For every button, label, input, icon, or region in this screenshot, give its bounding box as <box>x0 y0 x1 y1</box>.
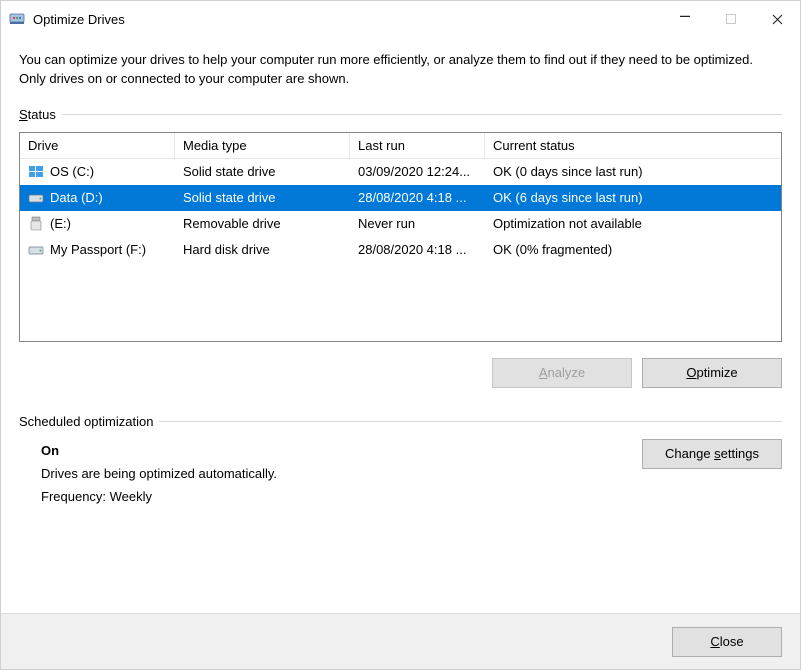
scheduled-freq: Frequency: Weekly <box>41 489 782 504</box>
scheduled-section-label: Scheduled optimization <box>19 414 782 429</box>
column-status[interactable]: Current status <box>485 133 781 158</box>
drive-name: (E:) <box>50 216 71 231</box>
drive-icon <box>28 190 44 206</box>
drive-status: OK (0 days since last run) <box>485 164 781 179</box>
analyze-button: Analyze <box>492 358 632 388</box>
status-section-label: Status <box>19 107 782 122</box>
bottom-bar: Close <box>1 613 800 669</box>
column-media[interactable]: Media type <box>175 133 350 158</box>
drive-name: Data (D:) <box>50 190 103 205</box>
optimize-button[interactable]: Optimize <box>642 358 782 388</box>
listview-header: Drive Media type Last run Current status <box>20 133 781 159</box>
window-buttons: – <box>662 1 800 37</box>
description-text: You can optimize your drives to help you… <box>19 51 782 89</box>
drive-name: My Passport (F:) <box>50 242 146 257</box>
drive-status: OK (6 days since last run) <box>485 190 781 205</box>
minimize-button[interactable]: – <box>662 0 708 33</box>
column-drive[interactable]: Drive <box>20 133 175 158</box>
drive-lastrun: Never run <box>350 216 485 231</box>
close-button[interactable] <box>754 1 800 37</box>
drives-listview[interactable]: Drive Media type Last run Current status… <box>19 132 782 342</box>
drive-icon <box>28 242 44 258</box>
table-row[interactable]: (E:) Removable driveNever runOptimization… <box>20 211 781 237</box>
titlebar: Optimize Drives – <box>1 1 800 37</box>
close-dialog-button[interactable]: Close <box>672 627 782 657</box>
drive-media: Solid state drive <box>175 164 350 179</box>
column-last[interactable]: Last run <box>350 133 485 158</box>
drive-media: Solid state drive <box>175 190 350 205</box>
change-settings-button[interactable]: Change settings <box>642 439 782 469</box>
window-title: Optimize Drives <box>33 12 125 27</box>
drive-media: Removable drive <box>175 216 350 231</box>
table-row[interactable]: OS (C:) Solid state drive03/09/2020 12:24… <box>20 159 781 185</box>
drive-status: OK (0% fragmented) <box>485 242 781 257</box>
drive-lastrun: 28/08/2020 4:18 ... <box>350 242 485 257</box>
drive-media: Hard disk drive <box>175 242 350 257</box>
drive-lastrun: 03/09/2020 12:24... <box>350 164 485 179</box>
drive-icon <box>28 216 44 232</box>
table-row[interactable]: My Passport (F:) Hard disk drive28/08/202… <box>20 237 781 263</box>
drive-lastrun: 28/08/2020 4:18 ... <box>350 190 485 205</box>
app-icon <box>9 11 25 27</box>
drive-icon <box>28 164 44 180</box>
maximize-button <box>708 1 754 37</box>
drive-name: OS (C:) <box>50 164 94 179</box>
scheduled-box: Change settings On Drives are being opti… <box>19 439 782 504</box>
drive-status: Optimization not available <box>485 216 781 231</box>
table-row[interactable]: Data (D:) Solid state drive28/08/2020 4:1… <box>20 185 781 211</box>
